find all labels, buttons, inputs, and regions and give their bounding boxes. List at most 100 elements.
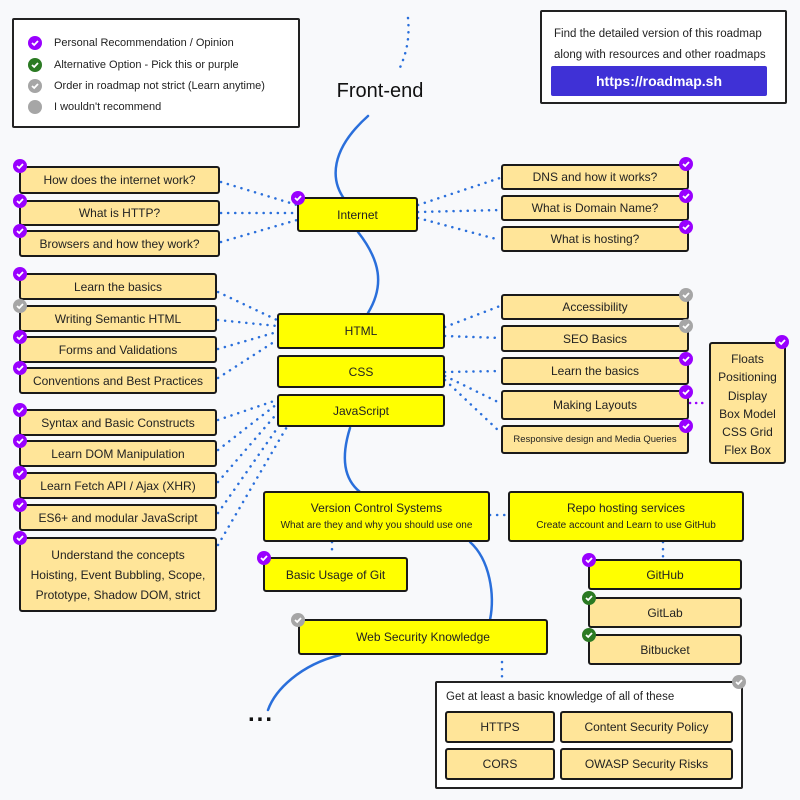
node-vcs[interactable]: Version Control Systems What are they an… bbox=[263, 491, 490, 542]
roadmap-link-button[interactable]: https://roadmap.sh bbox=[551, 66, 767, 96]
node-css-basics[interactable]: Learn the basics bbox=[501, 357, 689, 385]
node-making-layouts[interactable]: Making Layouts bbox=[501, 390, 689, 420]
purple-check-icon bbox=[13, 330, 27, 344]
spine-segment bbox=[266, 653, 342, 712]
node-how-internet-works[interactable]: How does the internet work? bbox=[19, 166, 220, 194]
node-gitlab[interactable]: GitLab bbox=[588, 597, 742, 628]
dotted-link bbox=[416, 176, 502, 207]
node-label: Making Layouts bbox=[552, 398, 638, 412]
layout-item[interactable]: Flex Box bbox=[711, 441, 784, 459]
node-browsers[interactable]: Browsers and how they work? bbox=[19, 230, 220, 257]
node-dom[interactable]: Learn DOM Manipulation bbox=[19, 440, 217, 467]
node-label: Learn the basics bbox=[73, 279, 163, 294]
purple-check-icon bbox=[679, 419, 693, 433]
purple-check-icon bbox=[291, 191, 305, 205]
purple-check-icon bbox=[679, 157, 693, 171]
node-github[interactable]: GitHub bbox=[588, 559, 742, 590]
spine-segment bbox=[356, 230, 380, 315]
purple-check-icon bbox=[13, 434, 27, 448]
legend-label: Order in roadmap not strict (Learn anyti… bbox=[54, 80, 265, 92]
layouts-list: Floats Positioning Display Box Model CSS… bbox=[709, 342, 786, 464]
legend: Personal Recommendation / Opinion Altern… bbox=[12, 18, 300, 128]
node-javascript[interactable]: JavaScript bbox=[277, 394, 445, 427]
node-conventions[interactable]: Conventions and Best Practices bbox=[19, 367, 217, 394]
spine-segment bbox=[334, 114, 370, 202]
dotted-link bbox=[219, 180, 299, 207]
node-owasp[interactable]: OWASP Security Risks bbox=[560, 748, 733, 780]
purple-check-icon bbox=[679, 352, 693, 366]
node-what-is-http[interactable]: What is HTTP? bbox=[19, 200, 220, 226]
dotted-link bbox=[216, 290, 279, 322]
dotted-link bbox=[219, 218, 299, 244]
gray-check-icon bbox=[679, 319, 693, 333]
dotted-link bbox=[443, 334, 502, 340]
node-git[interactable]: Basic Usage of Git bbox=[263, 557, 408, 592]
node-responsive[interactable]: Responsive design and Media Queries bbox=[501, 425, 689, 454]
node-forms[interactable]: Forms and Validations bbox=[19, 336, 217, 363]
node-https[interactable]: HTTPS bbox=[445, 711, 555, 743]
node-csp[interactable]: Content Security Policy bbox=[560, 711, 733, 743]
gray-circle-icon bbox=[28, 100, 42, 114]
node-bitbucket[interactable]: Bitbucket bbox=[588, 634, 742, 665]
node-label: SEO Basics bbox=[562, 331, 628, 346]
layout-item[interactable]: Positioning bbox=[711, 368, 784, 386]
node-web-security[interactable]: Web Security Knowledge bbox=[298, 619, 548, 655]
node-dns[interactable]: DNS and how it works? bbox=[501, 164, 689, 190]
spine-segment bbox=[343, 426, 362, 494]
node-repo-hosting[interactable]: Repo hosting services Create account and… bbox=[508, 491, 744, 542]
node-fetch[interactable]: Learn Fetch API / Ajax (XHR) bbox=[19, 472, 217, 499]
node-domain-name[interactable]: What is Domain Name? bbox=[501, 195, 689, 221]
dotted-link bbox=[443, 378, 502, 434]
dotted-link bbox=[443, 369, 502, 374]
node-label: Bitbucket bbox=[640, 642, 690, 657]
node-label: Learn the basics bbox=[550, 364, 640, 378]
purple-check-icon bbox=[13, 466, 27, 480]
node-js-concepts[interactable]: Understand the concepts Hoisting, Event … bbox=[19, 537, 217, 612]
node-semantic-html[interactable]: Writing Semantic HTML bbox=[19, 305, 217, 332]
promo-line: Find the detailed version of this roadma… bbox=[554, 28, 762, 40]
node-html-basics[interactable]: Learn the basics bbox=[19, 273, 217, 300]
dotted-link bbox=[216, 338, 279, 380]
node-label: Learn Fetch API / Ajax (XHR) bbox=[40, 478, 196, 493]
layout-item[interactable]: CSS Grid bbox=[711, 423, 784, 441]
purple-check-icon bbox=[13, 531, 27, 545]
gray-check-icon bbox=[679, 288, 693, 302]
node-hosting[interactable]: What is hosting? bbox=[501, 226, 689, 252]
continuation-ellipsis: ... bbox=[248, 700, 275, 727]
node-js-syntax[interactable]: Syntax and Basic Constructs bbox=[19, 409, 217, 436]
layout-item[interactable]: Floats bbox=[711, 350, 784, 368]
node-seo[interactable]: SEO Basics bbox=[501, 325, 689, 352]
node-label: What is hosting? bbox=[550, 232, 640, 246]
node-label: GitHub bbox=[646, 567, 684, 582]
node-label: Forms and Validations bbox=[58, 342, 178, 357]
dotted-link bbox=[216, 398, 279, 422]
node-es6[interactable]: ES6+ and modular JavaScript bbox=[19, 504, 217, 531]
node-internet[interactable]: Internet bbox=[297, 197, 418, 232]
node-label: What is Domain Name? bbox=[531, 201, 659, 215]
node-html[interactable]: HTML bbox=[277, 313, 445, 349]
layout-item[interactable]: Box Model bbox=[711, 405, 784, 423]
node-label: Web Security Knowledge bbox=[356, 630, 490, 644]
purple-check-icon bbox=[13, 267, 27, 281]
node-cors[interactable]: CORS bbox=[445, 748, 555, 780]
purple-check-icon bbox=[13, 498, 27, 512]
security-group: Get at least a basic knowledge of all of… bbox=[435, 681, 743, 789]
dotted-link bbox=[216, 330, 279, 351]
node-label: HTTPS bbox=[480, 720, 520, 734]
node-label: Conventions and Best Practices bbox=[32, 373, 204, 388]
node-label: What is HTTP? bbox=[78, 206, 161, 220]
purple-check-icon bbox=[28, 36, 42, 50]
purple-check-icon bbox=[13, 159, 27, 173]
node-label: OWASP Security Risks bbox=[584, 757, 709, 771]
node-label: Responsive design and Media Queries bbox=[513, 434, 677, 445]
purple-check-icon bbox=[13, 403, 27, 417]
purple-check-icon bbox=[13, 361, 27, 375]
gray-check-icon bbox=[291, 613, 305, 627]
node-label: CORS bbox=[482, 757, 518, 771]
node-label: Syntax and Basic Constructs bbox=[41, 415, 195, 430]
promo-box: Find the detailed version of this roadma… bbox=[540, 10, 787, 104]
node-css[interactable]: CSS bbox=[277, 355, 445, 388]
layout-item[interactable]: Display bbox=[711, 387, 784, 405]
node-accessibility[interactable]: Accessibility bbox=[501, 294, 689, 320]
node-label: Writing Semantic HTML bbox=[54, 311, 182, 326]
